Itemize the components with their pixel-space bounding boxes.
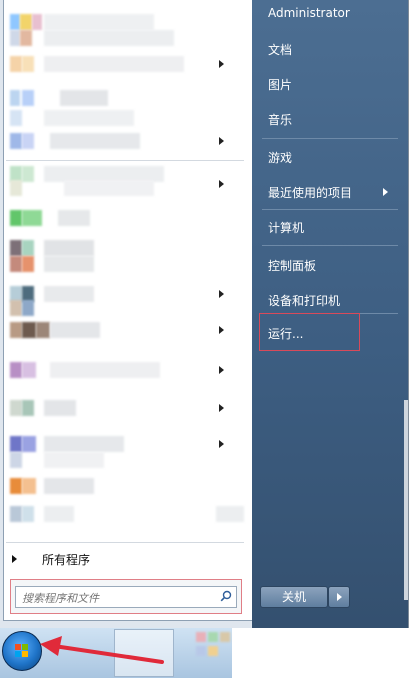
music-link[interactable]: 音乐 <box>268 111 292 128</box>
search-highlight-box <box>10 579 242 614</box>
right-separator <box>262 245 398 246</box>
program-item[interactable] <box>4 452 234 468</box>
tray-icon[interactable] <box>208 646 218 656</box>
program-item[interactable] <box>4 400 234 416</box>
all-programs-button[interactable]: 所有程序 <box>10 549 240 569</box>
pointer-arrow-icon <box>40 636 164 664</box>
program-item[interactable] <box>4 56 234 72</box>
left-separator <box>6 160 244 161</box>
chevron-right-icon <box>219 326 224 334</box>
shutdown-options-button[interactable] <box>328 586 350 608</box>
program-item[interactable] <box>4 322 234 338</box>
program-item[interactable] <box>4 133 234 149</box>
windows-logo-icon <box>15 644 28 657</box>
program-item[interactable] <box>4 14 234 30</box>
run-link[interactable]: 运行... <box>268 325 303 342</box>
chevron-right-icon <box>219 404 224 412</box>
chevron-right-icon <box>219 180 224 188</box>
search-field <box>15 586 237 608</box>
all-programs-label: 所有程序 <box>42 553 91 567</box>
chevron-right-icon <box>219 366 224 374</box>
control-panel-link[interactable]: 控制面板 <box>268 257 316 274</box>
tray-icon[interactable] <box>220 632 230 642</box>
chevron-right-icon <box>12 555 17 563</box>
program-item[interactable] <box>4 110 234 126</box>
recent-items-link[interactable]: 最近使用的项目 <box>268 184 352 201</box>
user-name[interactable]: Administrator <box>268 6 350 20</box>
search-input[interactable] <box>16 589 217 608</box>
program-item[interactable] <box>4 210 234 226</box>
chevron-right-icon <box>383 188 388 196</box>
program-item[interactable] <box>4 90 234 106</box>
program-item[interactable] <box>4 240 234 256</box>
program-item[interactable] <box>4 362 234 378</box>
chevron-right-icon <box>219 440 224 448</box>
program-item[interactable] <box>4 256 234 272</box>
shutdown-button[interactable]: 关机 <box>260 586 328 608</box>
chevron-right-icon <box>337 593 342 601</box>
program-item[interactable] <box>4 300 234 316</box>
program-item[interactable] <box>4 180 234 196</box>
right-separator <box>262 209 398 210</box>
computer-link[interactable]: 计算机 <box>268 219 304 236</box>
documents-link[interactable]: 文档 <box>268 41 292 58</box>
games-link[interactable]: 游戏 <box>268 149 292 166</box>
chevron-right-icon <box>219 290 224 298</box>
left-separator <box>6 542 244 543</box>
chevron-right-icon <box>219 60 224 68</box>
devices-printers-link[interactable]: 设备和打印机 <box>268 292 340 309</box>
program-item[interactable] <box>4 506 244 522</box>
tray-icon[interactable] <box>208 632 218 642</box>
program-item[interactable] <box>4 478 234 494</box>
tray-icon[interactable] <box>196 646 206 656</box>
pictures-link[interactable]: 图片 <box>268 76 292 93</box>
search-icon[interactable] <box>220 590 232 602</box>
program-item[interactable] <box>4 436 234 452</box>
tray-icon[interactable] <box>196 632 206 642</box>
program-item[interactable] <box>4 30 234 46</box>
window-edge <box>404 400 408 600</box>
right-separator <box>262 138 398 139</box>
chevron-right-icon <box>219 137 224 145</box>
